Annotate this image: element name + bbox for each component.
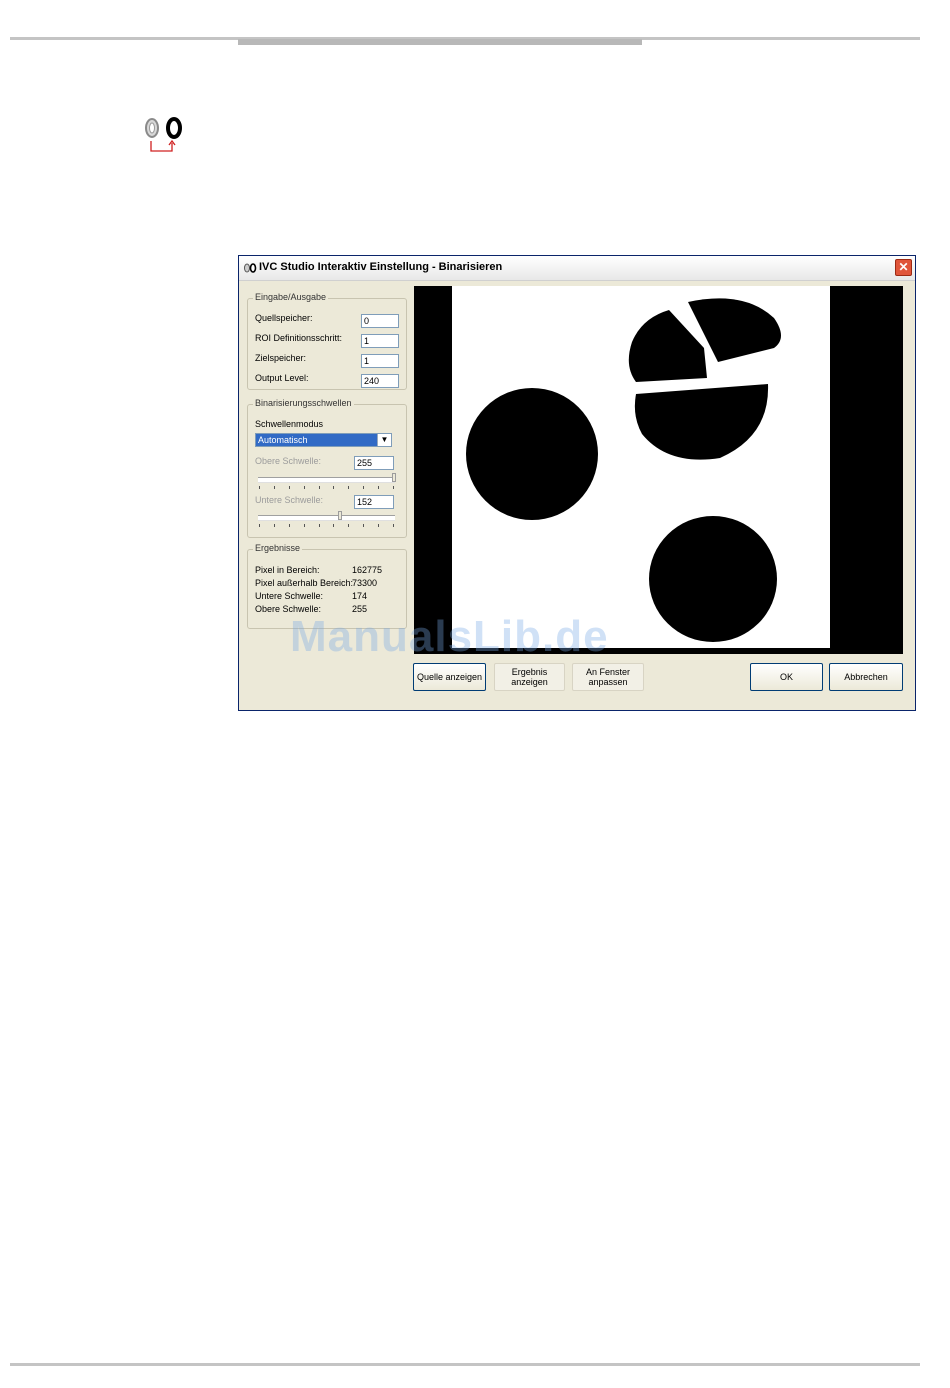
threshold-mode-label: Schwellenmodus	[255, 419, 324, 429]
source-memory-field[interactable]: 0	[361, 314, 399, 328]
dialog-title: IVC Studio Interaktiv Einstellung - Bina…	[259, 261, 503, 273]
target-memory-field[interactable]: 1	[361, 354, 399, 368]
pixels-in-range-label: Pixel in Bereich:	[255, 565, 320, 575]
title-bar: IVC Studio Interaktiv Einstellung - Bina…	[239, 256, 915, 281]
io-group-legend: Eingabe/Ausgabe	[253, 292, 329, 302]
lower-threshold-slider-thumb[interactable]	[338, 511, 342, 520]
upper-threshold-slider-thumb[interactable]	[392, 473, 396, 482]
output-level-field[interactable]: 240	[361, 374, 399, 388]
close-button[interactable]: ✕	[895, 259, 912, 276]
threshold-mode-value: Automatisch	[258, 435, 308, 445]
binary-image-preview	[414, 286, 903, 654]
upper-threshold-field[interactable]: 255	[354, 456, 394, 470]
threshold-mode-select[interactable]: Automatisch ▼	[255, 433, 392, 447]
upper-threshold-label: Obere Schwelle:	[255, 456, 322, 466]
blob-bottom-right	[649, 516, 777, 642]
pixels-in-range-value: 162775	[352, 565, 383, 575]
result-lower-threshold-value: 174	[352, 591, 368, 601]
upper-threshold-ticks	[259, 486, 394, 489]
roi-step-label: ROI Definitionsschritt:	[255, 333, 343, 343]
show-source-button[interactable]: Quelle anzeigen	[413, 663, 486, 691]
lower-threshold-label: Untere Schwelle:	[255, 495, 324, 505]
page-bottom-rule	[10, 1363, 920, 1366]
pixels-outside-range-label: Pixel außerhalb Bereich:	[255, 578, 354, 588]
upper-threshold-slider-track[interactable]	[258, 477, 395, 482]
roi-step-field[interactable]: 1	[361, 334, 399, 348]
lower-threshold-ticks	[259, 524, 394, 527]
fit-window-button[interactable]: An Fenster anpassen	[572, 663, 644, 691]
lower-threshold-slider-track[interactable]	[258, 515, 395, 520]
result-lower-threshold-label: Untere Schwelle:	[255, 591, 324, 601]
threshold-group-legend: Binarisierungsschwellen	[253, 398, 354, 408]
target-memory-label: Zielspeicher:	[255, 353, 307, 363]
watermark: ManualsLib.de	[290, 612, 609, 661]
blob-left	[466, 388, 598, 520]
results-group-legend: Ergebnisse	[253, 543, 303, 553]
cancel-button[interactable]: Abbrechen	[829, 663, 903, 691]
pixels-outside-range-value: 73300	[352, 578, 378, 588]
io-group: Eingabe/Ausgabe Quellspeicher: 0 ROI Def…	[247, 292, 407, 390]
show-result-button[interactable]: Ergebnis anzeigen	[494, 663, 565, 691]
binary-image	[452, 286, 830, 648]
ok-button[interactable]: OK	[750, 663, 823, 691]
binarize-step-icon	[145, 117, 182, 152]
source-memory-label: Quellspeicher:	[255, 313, 313, 323]
app-icon	[244, 263, 257, 273]
lower-threshold-field[interactable]: 152	[354, 495, 394, 509]
output-level-label: Output Level:	[255, 373, 309, 383]
page-top-rule-accent	[238, 39, 642, 45]
chevron-down-icon[interactable]: ▼	[377, 434, 391, 446]
threshold-group: Binarisierungsschwellen Schwellenmodus A…	[247, 398, 407, 538]
